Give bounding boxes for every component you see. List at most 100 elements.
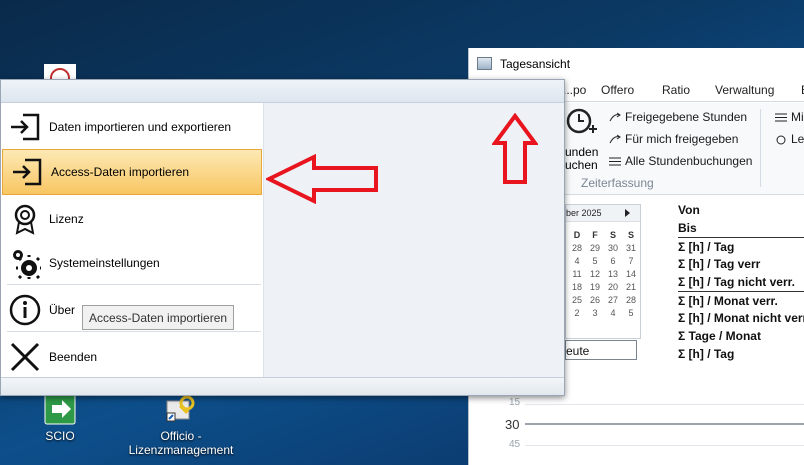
menu-item-beenden[interactable]: Beenden xyxy=(1,334,263,380)
fuer-mich-freigegeben-button[interactable]: Für mich freigegeben xyxy=(609,132,738,146)
big-button-label: unden xyxy=(565,145,599,159)
medal-icon xyxy=(776,135,786,144)
calendar-month-label: ber 2025 xyxy=(566,208,602,218)
menu-item-label: Über xyxy=(49,303,76,317)
calendar-day[interactable]: 4 xyxy=(568,256,586,267)
calendar-day[interactable]: 5 xyxy=(622,308,640,319)
menu-item-daten-importieren-exportieren[interactable]: Daten importieren und exportieren xyxy=(1,104,263,150)
summary-row: Σ [h] / Monat verr. xyxy=(678,291,804,309)
import-arrow-icon xyxy=(9,154,45,190)
menu-item-lizenz[interactable]: Lizenz xyxy=(1,196,263,242)
menu-item-label: Systemeinstellungen xyxy=(49,256,160,270)
month-calendar[interactable]: ber 2025 D F S S 28 29 30 31 4 5 6 7 11 12 13 14 18 19 20 2… xyxy=(565,204,641,339)
calendar-day[interactable]: 13 xyxy=(604,269,622,280)
time-gridline xyxy=(525,404,804,405)
list-icon xyxy=(609,157,621,165)
calendar-day[interactable]: 21 xyxy=(622,282,640,293)
gears-icon xyxy=(7,245,43,281)
tab-offero[interactable]: Offero xyxy=(601,83,634,97)
menu-body: Daten importieren und exportieren Access… xyxy=(1,103,564,395)
license-badge-icon xyxy=(7,201,43,237)
calendar-day[interactable]: 7 xyxy=(622,256,640,267)
calendar-day[interactable]: 6 xyxy=(604,256,622,267)
desktop-icon-officio[interactable]: Officio - Lizenzmanagement xyxy=(126,393,236,457)
share-icon xyxy=(609,134,621,143)
summary-panel: Von Bis Σ [h] / Tag Σ [h] / Tag verr Σ [… xyxy=(678,201,804,363)
ribbon-item-mi[interactable]: Mi xyxy=(775,110,804,124)
ribbon-separator xyxy=(760,109,761,187)
calendar-day[interactable]: 3 xyxy=(586,308,604,319)
today-button[interactable]: eute xyxy=(565,340,637,360)
close-icon xyxy=(7,339,43,375)
tab-verwaltung[interactable]: Verwaltung xyxy=(715,83,774,97)
app-window-icon xyxy=(477,57,492,70)
tooltip: Access-Daten importieren xyxy=(82,305,235,330)
ribbon-item-label: Für mich freigegeben xyxy=(625,132,739,146)
chevron-right-icon[interactable] xyxy=(625,209,630,217)
window-title: Tagesansicht xyxy=(500,56,571,71)
menu-footer xyxy=(1,377,564,395)
menu-divider xyxy=(7,284,261,285)
menu-item-label: Beenden xyxy=(49,350,98,364)
calendar-header: ber 2025 xyxy=(566,205,640,222)
freigegebene-stunden-button[interactable]: Freigegebene Stunden xyxy=(609,110,747,124)
ribbon-group-label: Zeiterfassung xyxy=(581,176,654,190)
menu-header xyxy=(1,80,564,103)
summary-row: Σ Tage / Monat xyxy=(678,329,761,343)
calendar-day[interactable]: 25 xyxy=(568,295,586,306)
calendar-day[interactable]: 12 xyxy=(586,269,604,280)
calendar-day[interactable]: 11 xyxy=(568,269,586,280)
calendar-day[interactable]: 26 xyxy=(586,295,604,306)
desktop-icon-label: SCIO xyxy=(45,429,75,443)
tab-partial[interactable]: ...po xyxy=(563,83,586,97)
calendar-day[interactable]: 14 xyxy=(622,269,640,280)
menu-item-label: Lizenz xyxy=(49,212,84,226)
menu-list: Daten importieren und exportieren Access… xyxy=(1,103,263,395)
stunden-buchen-button[interactable]: unden uchen xyxy=(565,107,603,172)
calendar-day[interactable]: 29 xyxy=(586,243,604,254)
calendar-day-header: F xyxy=(592,230,598,240)
calendar-day[interactable]: 18 xyxy=(568,282,586,293)
menu-item-label: Access-Daten importieren xyxy=(51,165,190,179)
share-icon xyxy=(609,112,621,121)
calendar-day-header: S xyxy=(627,230,634,240)
calendar-grid: D F S S 28 29 30 31 4 5 6 7 11 12 13 14 18 19 20 21 25 26 27 28… xyxy=(566,222,640,319)
clock-plus-icon xyxy=(566,108,597,134)
desktop-icon-scio[interactable]: SCIO xyxy=(36,393,84,443)
ribbon-item-lei[interactable]: Lei xyxy=(775,132,804,146)
left-arrow-annotation xyxy=(266,154,378,204)
calendar-day[interactable]: 5 xyxy=(586,256,604,267)
calendar-day[interactable]: 2 xyxy=(568,308,586,319)
alle-stundenbuchungen-button[interactable]: Alle Stundenbuchungen xyxy=(609,154,752,168)
window-titlebar[interactable]: Tagesansicht xyxy=(469,48,804,79)
menu-item-label: Daten importieren und exportieren xyxy=(49,120,232,134)
time-label: 45 xyxy=(509,439,521,450)
ribbon-item-label: Lei xyxy=(791,132,804,146)
up-arrow-annotation xyxy=(492,113,538,184)
von-label: Von xyxy=(678,203,700,217)
big-button-label: uchen xyxy=(565,158,598,172)
desktop-icon-label: Officio - xyxy=(160,429,202,443)
calendar-day[interactable]: 19 xyxy=(586,282,604,293)
calendar-day-header: D xyxy=(573,230,581,240)
time-label: 15 xyxy=(509,397,521,408)
list-icon xyxy=(775,113,787,121)
tab-ratio[interactable]: Ratio xyxy=(662,83,690,97)
menu-item-access-daten-importieren[interactable]: Access-Daten importieren xyxy=(2,149,262,195)
scio-app-icon xyxy=(44,393,76,425)
ribbon-item-label: Freigegebene Stunden xyxy=(625,110,748,124)
calendar-day[interactable]: 20 xyxy=(604,282,622,293)
summary-row: Σ [h] / Tag xyxy=(678,237,804,255)
summary-row: Σ [h] / Tag nicht verr. xyxy=(678,275,795,289)
calendar-day[interactable]: 28 xyxy=(568,243,586,254)
calendar-day[interactable]: 4 xyxy=(604,308,622,319)
calendar-day[interactable]: 28 xyxy=(622,295,640,306)
import-arrow-icon xyxy=(7,109,43,145)
calendar-day[interactable]: 30 xyxy=(604,243,622,254)
time-label: 30 xyxy=(505,417,520,432)
calendar-day[interactable]: 27 xyxy=(604,295,622,306)
calendar-day-header: S xyxy=(609,230,616,240)
calendar-day[interactable]: 31 xyxy=(622,243,640,254)
menu-item-systemeinstellungen[interactable]: Systemeinstellungen xyxy=(1,240,263,286)
summary-row: Σ [h] / Monat nicht verr xyxy=(678,311,804,325)
